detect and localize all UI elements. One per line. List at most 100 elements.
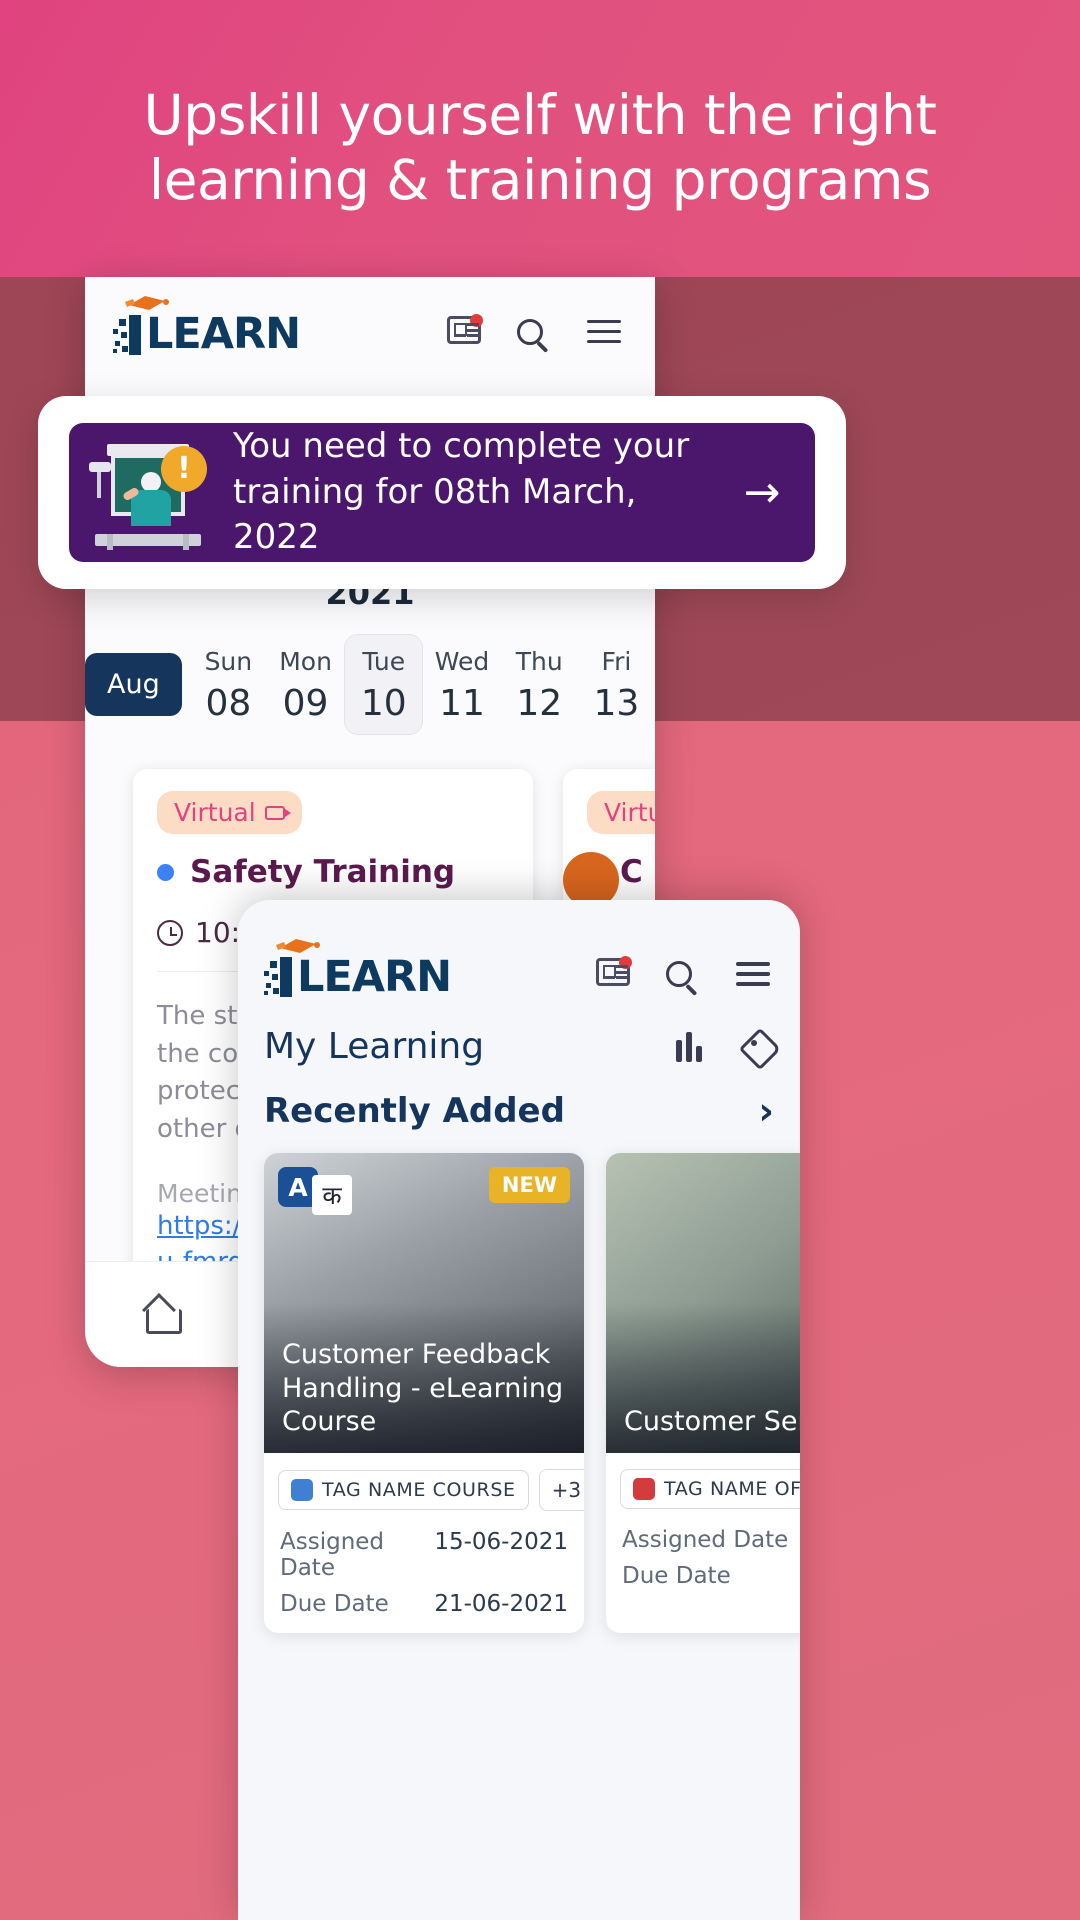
app-logo[interactable]: LEARN <box>113 296 301 360</box>
graduation-cap-icon <box>125 296 169 311</box>
calendar-day-mon[interactable]: Mon 09 <box>267 635 344 734</box>
translate-icon[interactable]: A क <box>278 1167 352 1215</box>
course-title: Customer Service <box>624 1406 800 1438</box>
event-title: C <box>620 854 643 890</box>
course-tag-label: TAG NAME COURSE <box>322 1479 516 1501</box>
course-card-list: A क NEW Customer Feedback Handling - eLe… <box>238 1133 800 1633</box>
arrow-right-icon[interactable]: → <box>733 467 791 518</box>
course-thumbnail: Customer Service <box>606 1153 800 1453</box>
assigned-date-row: Assigned Date 15- <box>606 1521 800 1553</box>
course-tag[interactable]: TAG NAME COURSE <box>278 1470 529 1510</box>
course-thumbnail: A क NEW Customer Feedback Handling - eLe… <box>264 1153 584 1453</box>
day-of-week: Sun <box>204 647 253 676</box>
exclamation-badge-icon: ! <box>161 445 207 492</box>
my-learning-title-row: My Learning <box>238 1020 800 1067</box>
day-number: 12 <box>516 683 563 724</box>
search-icon[interactable] <box>517 316 555 354</box>
virtual-badge-label: Virtual <box>604 798 655 827</box>
assigned-date-row: Assigned Date 15-06-2021 <box>264 1523 584 1581</box>
course-card[interactable]: A क NEW Customer Feedback Handling - eLe… <box>264 1153 584 1633</box>
search-icon[interactable] <box>666 958 704 996</box>
course-card[interactable]: Customer Service TAG NAME OF COURSE Assi… <box>606 1153 800 1633</box>
calendar-day-fri[interactable]: Fri 13 <box>578 635 655 734</box>
course-tag-label: TAG NAME OF COURSE <box>664 1478 800 1500</box>
phone-screen-my-learning: LEARN My Learning Recently Added › A क N… <box>238 900 800 1920</box>
alert-text: You need to complete your training for 0… <box>233 424 733 562</box>
app-logo[interactable]: LEARN <box>264 938 452 1002</box>
calendar-strip: Aug Sun 08 Mon 09 Tue 10 Wed 11 Thu 12 F… <box>85 620 655 753</box>
alert-line-1: You need to complete your <box>233 425 690 466</box>
month-badge[interactable]: Aug <box>85 653 182 716</box>
course-tag[interactable]: TAG NAME OF COURSE <box>620 1469 800 1509</box>
calendar-day-thu[interactable]: Thu 12 <box>501 635 578 734</box>
assigned-date-label: Assigned Date <box>280 1529 385 1581</box>
notification-dot <box>470 313 483 327</box>
pixel-i-icon <box>113 314 143 355</box>
header-icon-group <box>447 313 625 354</box>
day-of-week: Thu <box>515 647 563 676</box>
status-dot <box>157 863 174 881</box>
due-date-label: Due Date <box>280 1591 389 1617</box>
virtual-badge: Virtual <box>587 791 655 834</box>
menu-icon[interactable] <box>736 958 774 996</box>
notification-dot <box>619 956 632 969</box>
hero-line-2: learning & training programs <box>148 147 932 212</box>
header-icon-group <box>596 956 774 996</box>
assigned-date-label: Assigned Date <box>622 1527 789 1553</box>
alert-banner-card: ! You need to complete your training for… <box>38 396 846 589</box>
training-alert-banner[interactable]: ! You need to complete your training for… <box>69 423 815 562</box>
chevron-right-icon[interactable]: › <box>758 1089 774 1133</box>
library-icon[interactable] <box>676 1031 708 1062</box>
app-header: LEARN <box>238 900 800 1020</box>
day-of-week: Tue <box>362 647 406 676</box>
app-header: LEARN <box>85 277 655 392</box>
day-number: 09 <box>282 683 329 724</box>
due-date-value: 21-06-2021 <box>434 1591 568 1617</box>
course-tag-more[interactable]: +3 <box>538 1469 584 1511</box>
tag-color-icon <box>291 1479 313 1501</box>
pixel-i-icon <box>264 957 294 998</box>
hero-banner: Upskill yourself with the right learning… <box>0 0 1080 277</box>
day-number: 13 <box>593 683 640 724</box>
calendar-day-sun[interactable]: Sun 08 <box>190 635 267 734</box>
my-learning-icon-group <box>676 1031 774 1063</box>
hero-line-1: Upskill yourself with the right <box>143 82 937 147</box>
section-title: Recently Added <box>264 1091 565 1131</box>
calendar-day-tue-selected[interactable]: Tue 10 <box>344 634 424 735</box>
graduation-cap-icon <box>276 938 320 953</box>
day-number: 10 <box>360 683 407 724</box>
recently-added-header: Recently Added › <box>238 1067 800 1133</box>
video-camera-icon <box>264 805 291 820</box>
day-number: 11 <box>439 683 485 724</box>
logo-text: LEARN <box>146 309 301 360</box>
translate-devanagari-glyph: क <box>312 1175 352 1215</box>
tag-color-icon <box>633 1478 655 1500</box>
news-icon[interactable] <box>596 956 634 996</box>
event-title: Safety Training <box>190 854 456 890</box>
event-title-row: Safety Training <box>157 854 509 890</box>
clock-icon <box>157 919 183 946</box>
tag-icon[interactable] <box>742 1031 774 1063</box>
teacher-blackboard-illustration: ! <box>87 438 209 550</box>
home-icon[interactable] <box>143 1298 182 1334</box>
logo-text: LEARN <box>297 951 452 1002</box>
day-of-week: Mon <box>279 647 332 676</box>
page-title: Upskill yourself with the right learning… <box>144 65 937 213</box>
course-tag-row: TAG NAME COURSE +3 <box>264 1453 584 1523</box>
new-badge: NEW <box>488 1167 570 1203</box>
day-number: 08 <box>205 683 252 724</box>
due-date-row: Due Date 21-06-2021 <box>264 1581 584 1633</box>
day-of-week: Fri <box>601 647 632 676</box>
calendar-day-wed[interactable]: Wed 11 <box>423 635 500 734</box>
virtual-badge: Virtual <box>157 791 302 834</box>
alert-line-2: training for 08th March, 2022 <box>233 471 637 558</box>
my-learning-title: My Learning <box>264 1026 485 1067</box>
assigned-date-value: 15-06-2021 <box>434 1529 568 1555</box>
due-date-row: Due Date 15- <box>606 1553 800 1605</box>
due-date-label: Due Date <box>622 1563 731 1589</box>
menu-icon[interactable] <box>587 316 625 354</box>
course-tag-row: TAG NAME OF COURSE <box>606 1453 800 1521</box>
news-icon[interactable] <box>447 313 485 354</box>
virtual-badge-label: Virtual <box>174 798 256 827</box>
day-of-week: Wed <box>434 647 490 676</box>
